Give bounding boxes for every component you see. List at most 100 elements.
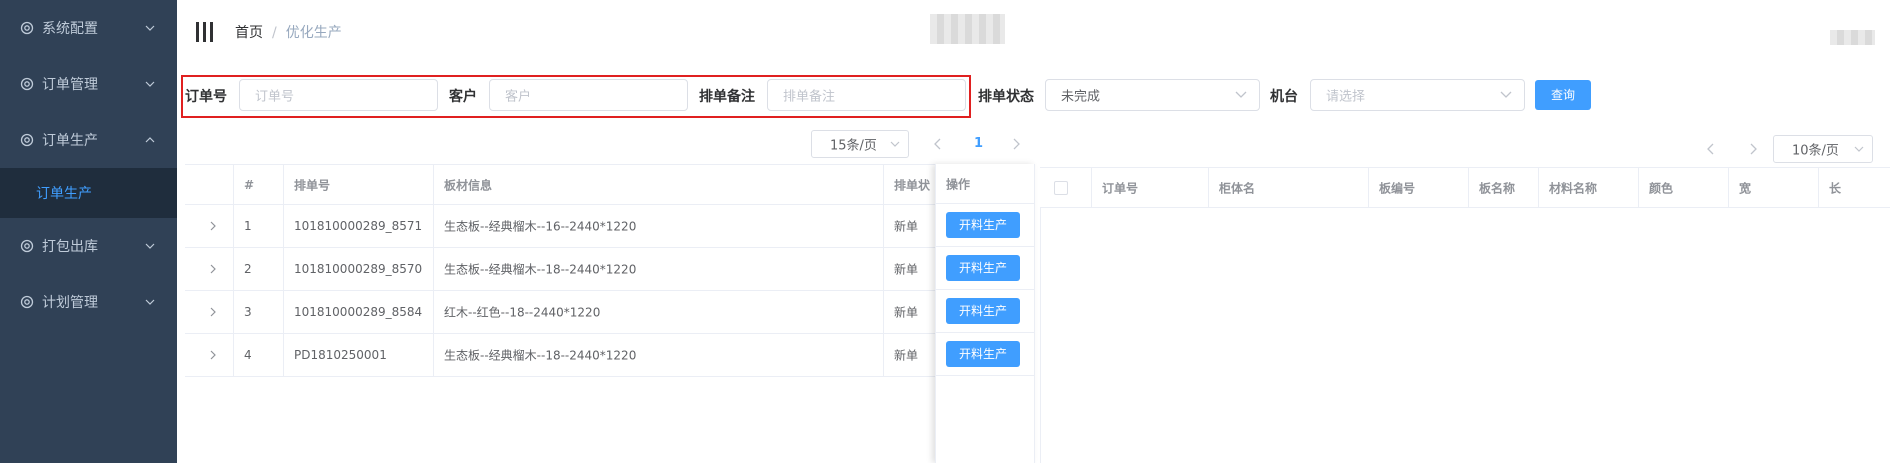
blurred-user-avatar	[1830, 30, 1875, 45]
chevron-right-icon[interactable]	[209, 350, 217, 360]
row-schedule-no: 101810000289_8571	[284, 205, 434, 248]
row-schedule-no: 101810000289_8570	[284, 248, 434, 291]
sidebar-item-system-config[interactable]: 系统配置	[0, 0, 177, 56]
customer-label: 客户	[449, 89, 477, 105]
column-header: 宽	[1729, 168, 1819, 208]
query-button[interactable]: 查询	[1535, 80, 1591, 110]
chevron-down-icon	[890, 141, 900, 147]
row-board-info: 生态板--经典榴木--18--2440*1220	[434, 334, 884, 377]
start-cutting-button[interactable]: 开料生产	[946, 341, 1020, 367]
machine-placeholder: 请选择	[1326, 89, 1366, 105]
chevron-down-icon	[145, 299, 155, 305]
column-header: 颜色	[1639, 168, 1729, 208]
row-board-info: 生态板--经典榴木--16--2440*1220	[434, 205, 884, 248]
chevron-right-icon[interactable]	[209, 307, 217, 317]
chevron-down-icon	[1235, 91, 1247, 98]
column-header: 材料名称	[1539, 168, 1639, 208]
machine-select[interactable]: 请选择	[1310, 79, 1525, 111]
chevron-down-icon	[145, 81, 155, 87]
left-current-page[interactable]: 1	[974, 136, 983, 151]
start-cutting-button[interactable]: 开料生产	[946, 298, 1020, 324]
schedule-status-select[interactable]: 未完成	[1045, 79, 1260, 111]
chevron-down-icon	[145, 243, 155, 249]
column-header: 板编号	[1369, 168, 1469, 208]
column-header: 柜体名	[1209, 168, 1369, 208]
select-all-checkbox[interactable]	[1054, 180, 1068, 195]
schedule-table: # 排单号 板材信息 排单状 1 101810000289_8571 生态板--…	[185, 164, 1035, 463]
schedule-status-value: 未完成	[1061, 89, 1101, 105]
order-no-label: 订单号	[185, 89, 227, 105]
chevron-right-icon[interactable]	[1748, 143, 1758, 155]
row-index: 4	[234, 334, 284, 377]
order-no-input[interactable]: 订单号	[239, 79, 438, 111]
breadcrumb-current: 优化生产	[285, 25, 342, 41]
chevron-left-icon[interactable]	[1706, 143, 1716, 155]
order-no-placeholder: 订单号	[255, 89, 295, 105]
sidebar-item-label: 订单生产	[42, 133, 98, 149]
breadcrumb-separator: /	[272, 25, 277, 41]
column-header: 订单号	[1092, 168, 1209, 208]
sidebar-item-order-production[interactable]: 订单生产	[0, 112, 177, 168]
row-index: 2	[234, 248, 284, 291]
sidebar-item-label: 系统配置	[42, 21, 98, 37]
machine-label: 机台	[1270, 89, 1298, 105]
chevron-down-icon	[1500, 91, 1512, 98]
blurred-header-content	[930, 14, 1005, 44]
sidebar: 系统配置 订单管理 订单生产 订单生产 打包出库 计划管理	[0, 0, 177, 463]
table-row	[185, 334, 234, 377]
customer-placeholder: 客户	[505, 89, 532, 105]
right-page-size-select[interactable]: 10条/页	[1773, 135, 1873, 163]
right-page-size-value: 10条/页	[1792, 143, 1839, 159]
row-board-info: 生态板--经典榴木--18--2440*1220	[434, 248, 884, 291]
chevron-left-icon[interactable]	[933, 138, 943, 150]
sidebar-item-plan-management[interactable]: 计划管理	[0, 274, 177, 330]
action-column: 操作 开料生产 开料生产 开料生产 开料生产	[935, 164, 1035, 463]
column-header: 排单状	[884, 165, 936, 205]
table-row	[185, 205, 234, 248]
row-schedule-no: 101810000289_8584	[284, 291, 434, 334]
left-page-size-value: 15条/页	[830, 138, 877, 154]
gear-icon	[20, 239, 34, 253]
action-cell: 开料生产	[936, 333, 1034, 376]
column-header: 板名称	[1469, 168, 1539, 208]
customer-input[interactable]: 客户	[489, 79, 688, 111]
action-cell: 开料生产	[936, 204, 1034, 247]
start-cutting-button[interactable]: 开料生产	[946, 212, 1020, 238]
hamburger-icon[interactable]	[196, 22, 214, 42]
chevron-down-icon	[1854, 146, 1864, 152]
chevron-right-icon[interactable]	[209, 264, 217, 274]
schedule-note-input[interactable]: 排单备注	[767, 79, 966, 111]
column-header: 操作	[936, 164, 1034, 204]
gear-icon	[20, 21, 34, 35]
row-schedule-no: PD1810250001	[284, 334, 434, 377]
column-header: 长	[1819, 168, 1890, 208]
row-status: 新单	[884, 291, 936, 334]
expand-header	[185, 165, 234, 205]
row-status: 新单	[884, 248, 936, 291]
action-cell: 开料生产	[936, 290, 1034, 333]
start-cutting-button[interactable]: 开料生产	[946, 255, 1020, 281]
sidebar-item-label: 打包出库	[42, 239, 98, 255]
select-all-header	[1040, 168, 1092, 208]
left-page-size-select[interactable]: 15条/页	[811, 130, 909, 158]
row-status: 新单	[884, 334, 936, 377]
chevron-down-icon	[145, 25, 155, 31]
table-border	[1040, 207, 1041, 463]
chevron-right-icon[interactable]	[209, 221, 217, 231]
column-header: #	[234, 165, 284, 205]
sidebar-subitem-label: 订单生产	[36, 186, 92, 202]
sidebar-item-label: 订单管理	[42, 77, 98, 93]
column-header: 板材信息	[434, 165, 884, 205]
action-cell: 开料生产	[936, 247, 1034, 290]
schedule-status-label: 排单状态	[978, 89, 1034, 105]
row-index: 3	[234, 291, 284, 334]
gear-icon	[20, 133, 34, 147]
sidebar-item-pack-outbound[interactable]: 打包出库	[0, 218, 177, 274]
sidebar-subitem-order-production[interactable]: 订单生产	[0, 168, 177, 218]
chevron-right-icon[interactable]	[1011, 138, 1021, 150]
breadcrumb-home[interactable]: 首页	[235, 25, 263, 41]
column-header: 排单号	[284, 165, 434, 205]
schedule-note-placeholder: 排单备注	[783, 89, 836, 105]
row-board-info: 红木--红色--18--2440*1220	[434, 291, 884, 334]
sidebar-item-order-management[interactable]: 订单管理	[0, 56, 177, 112]
